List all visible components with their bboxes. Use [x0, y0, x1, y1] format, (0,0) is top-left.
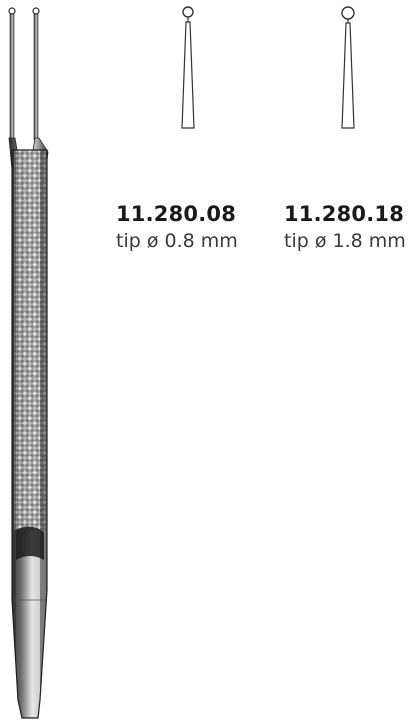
tip-diameter: tip ø 0.8 mm	[116, 230, 238, 252]
tip-diagram-0.8mm	[181, 6, 195, 129]
forceps-instrument-illustration	[8, 7, 49, 719]
forceps-tip-left	[8, 7, 16, 141]
tip-diagram-1.8mm	[341, 6, 355, 129]
article-number: 11.280.08	[116, 202, 237, 226]
variant-label-0: 11.280.08 tip ø 0.8 mm	[116, 200, 238, 254]
forceps-grip-recess	[16, 526, 44, 560]
variant-label-1: 11.280.18 tip ø 1.8 mm	[284, 200, 406, 254]
article-number: 11.280.18	[284, 202, 405, 226]
forceps-tip-right	[32, 7, 40, 141]
tip-diameter: tip ø 1.8 mm	[284, 230, 406, 252]
